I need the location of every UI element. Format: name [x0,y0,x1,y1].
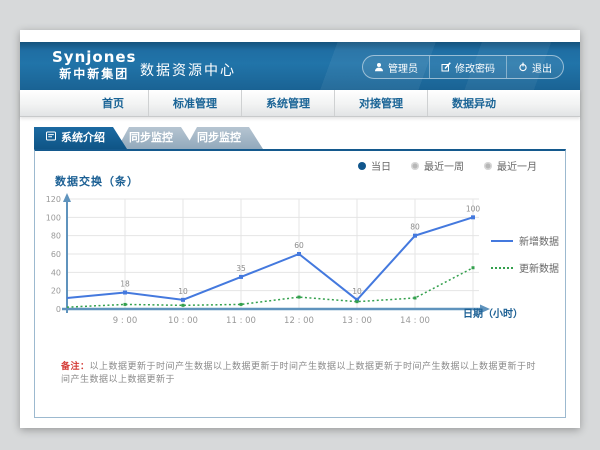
svg-text:11 : 00: 11 : 00 [226,316,256,326]
time-range-option-1[interactable]: 最近一周 [411,158,464,173]
admin-button[interactable]: 管理员 [363,56,429,78]
logo-text-cn: 新中新集团 [52,68,137,81]
svg-text:35: 35 [236,264,246,273]
svg-text:100: 100 [466,204,481,213]
footnote-text: 以上数据更新于时间产生数据以上数据更新于时间产生数据以上数据更新于时间产生数据以… [61,362,536,385]
svg-text:10: 10 [352,287,362,296]
legend-label: 新增数据 [519,233,559,248]
svg-text:10: 10 [178,287,188,296]
svg-text:13 : 00: 13 : 00 [342,316,372,326]
footnote: 备注：以上数据更新于时间产生数据以上数据更新于时间产生数据以上数据更新于时间产生… [61,359,541,385]
radio-icon [484,162,492,170]
legend-label: 更新数据 [519,260,559,275]
power-icon [518,62,528,72]
radio-label: 最近一月 [497,158,537,173]
chart-legend: 新增数据更新数据 [491,233,559,275]
radio-icon [411,162,419,170]
user-icon [374,62,384,72]
legend-line-sample [491,240,513,242]
tab-0[interactable]: 系统介绍 [34,127,127,149]
logout-button[interactable]: 退出 [506,56,563,78]
svg-text:80: 80 [51,232,61,241]
user-button-label: 修改密码 [455,60,495,75]
tab-label: 系统介绍 [61,127,105,149]
svg-text:60: 60 [294,241,304,250]
app-header: Synjones 新中新集团 数据资源中心 管理员 修改密码 退出 [20,42,580,90]
form-icon [46,127,56,149]
svg-text:0: 0 [56,305,61,314]
legend-item-0: 新增数据 [491,233,559,248]
svg-text:10 : 00: 10 : 00 [168,316,198,326]
legend-line-sample [491,267,513,269]
radio-label: 当日 [371,158,391,173]
legend-item-1: 更新数据 [491,260,559,275]
app-window: Synjones 新中新集团 数据资源中心 管理员修改密码退出 首页标准管理系统… [20,30,580,428]
radio-icon [358,162,366,170]
svg-text:120: 120 [46,195,61,204]
time-range-option-2[interactable]: 最近一月 [484,158,537,173]
main-nav: 首页标准管理系统管理对接管理数据异动 [20,90,580,117]
tab-1[interactable]: 同步监控 [117,127,195,149]
logo-text-en: Synjones [52,49,137,66]
x-axis-title: 日期（小时） [463,305,523,320]
change-password-button[interactable]: 修改密码 [429,56,506,78]
logo: Synjones 新中新集团 [52,49,137,81]
line-chart: 0 20 40 60 80 100 120 9 : 00 10 : 00 11 : 00 12 : … [37,187,503,333]
footnote-label: 备注： [61,362,90,372]
tab-label: 同步监控 [129,127,173,149]
tab-bar: 系统介绍 同步监控 同步监控 [34,127,263,149]
svg-text:18: 18 [120,280,130,289]
app-title: 数据资源中心 [140,60,236,80]
time-range-group: 当日 最近一周 最近一月 [358,158,537,173]
svg-text:14 : 00: 14 : 00 [400,316,430,326]
radio-label: 最近一周 [424,158,464,173]
svg-text:20: 20 [51,287,61,296]
nav-item-3[interactable]: 对接管理 [335,90,428,116]
nav-item-1[interactable]: 标准管理 [149,90,242,116]
tab-2[interactable]: 同步监控 [185,127,263,149]
nav-item-0[interactable]: 首页 [78,90,149,116]
chart-panel: 当日最近一周最近一月 数据交换（条） 0204060801001209 : 00… [34,149,566,418]
svg-text:12 : 00: 12 : 00 [284,316,314,326]
user-button-label: 管理员 [388,60,418,75]
edit-icon [441,62,451,72]
svg-text:80: 80 [410,223,420,232]
svg-text:40: 40 [51,268,61,277]
svg-text:100: 100 [46,213,61,222]
tab-label: 同步监控 [197,127,241,149]
nav-item-2[interactable]: 系统管理 [242,90,335,116]
svg-text:9 : 00: 9 : 00 [113,316,138,326]
svg-text:60: 60 [51,250,61,259]
user-menu: 管理员 修改密码 退出 [362,55,564,79]
time-range-option-0[interactable]: 当日 [358,158,391,173]
user-button-label: 退出 [532,60,552,75]
nav-item-4[interactable]: 数据异动 [428,90,520,116]
